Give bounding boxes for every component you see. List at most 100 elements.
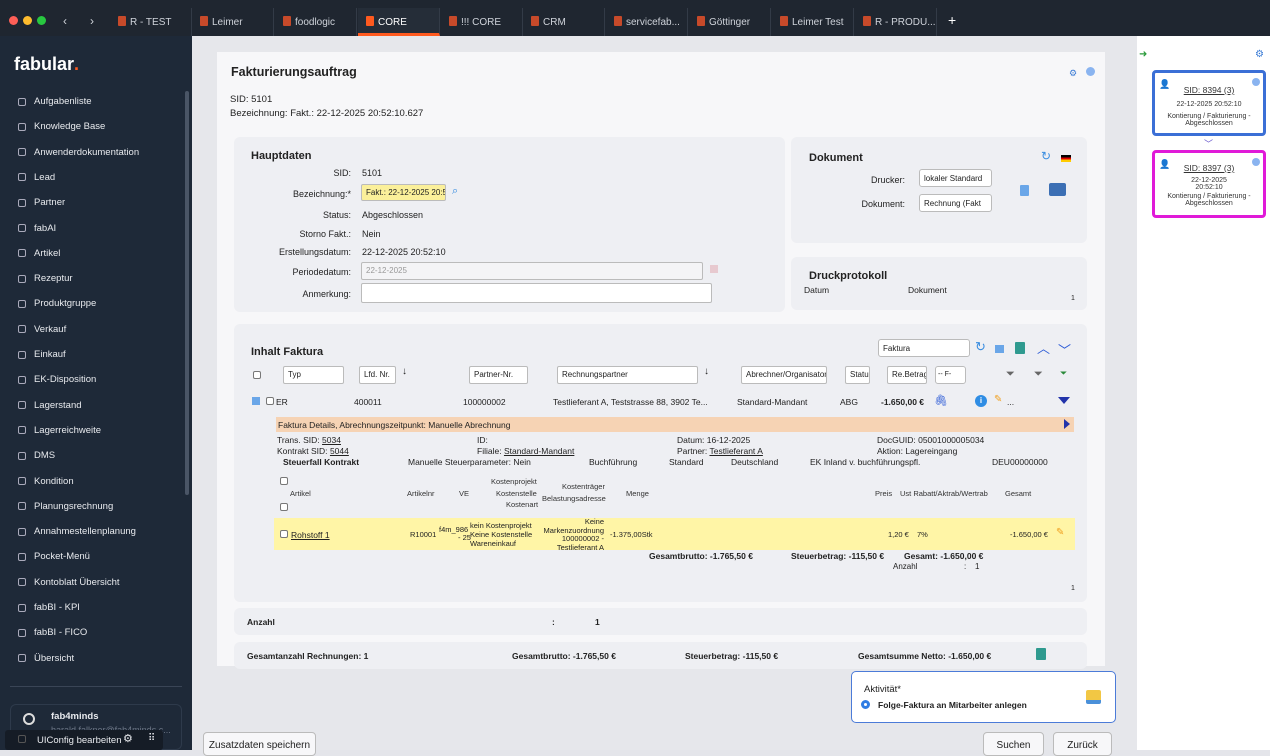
refresh-icon[interactable]: ↻ <box>975 339 986 355</box>
activity-option-label[interactable]: Folge-Faktura an Mitarbeiter anlegen <box>878 700 1027 710</box>
bezeichnung-input[interactable]: Fakt.: 22-12-2025 20:52:10 <box>361 184 446 201</box>
refresh-icon[interactable]: ↻ <box>1041 149 1051 163</box>
tab[interactable]: R - TEST <box>110 8 192 36</box>
forward-icon[interactable]: › <box>90 14 94 28</box>
zusatzdaten-speichern-button[interactable]: Zusatzdaten speichern <box>203 732 316 756</box>
zurueck-button[interactable]: Zurück <box>1053 732 1112 756</box>
sidebar-item[interactable]: Kontoblatt Übersicht <box>18 577 120 588</box>
trans-sid-link[interactable]: 5034 <box>322 435 341 445</box>
back-icon[interactable]: ‹ <box>63 14 67 28</box>
filter-icon[interactable]: ⏷ <box>1006 368 1015 381</box>
table-row[interactable]: ER 400011 100000002 Testlieferant A, Tes… <box>234 392 1087 410</box>
add-filter-icon[interactable]: ⏷ <box>1060 368 1067 379</box>
sort-icon[interactable]: ↓ <box>402 366 407 377</box>
position-row[interactable]: Rohstoff 1 R10001 f4m_986 - 25 kein Kost… <box>274 517 1075 551</box>
kontrakt-sid-link[interactable]: 5044 <box>330 446 349 456</box>
sidebar-item[interactable]: Knowledge Base <box>18 121 105 132</box>
workflow-sid-link[interactable]: SID: 8394 (3) <box>1184 85 1235 95</box>
close-window-icon[interactable] <box>9 16 18 25</box>
filter-typ[interactable]: Typ <box>283 366 344 384</box>
tab[interactable]: !!! CORE <box>441 8 523 36</box>
arrow-right-icon[interactable]: ➜ <box>1139 49 1147 60</box>
info-icon[interactable]: i <box>975 395 987 407</box>
filter-rechnungspartner[interactable]: Rechnungspartner <box>557 366 698 384</box>
calculator-icon[interactable] <box>1015 342 1025 354</box>
minimize-window-icon[interactable] <box>23 16 32 25</box>
faktura-select[interactable]: Faktura <box>878 339 970 357</box>
gears-icon[interactable]: ⚙ <box>123 732 133 745</box>
german-flag-icon[interactable] <box>1061 155 1071 162</box>
document-icon[interactable] <box>1020 185 1029 196</box>
share-settings-icon[interactable]: ⚙ <box>1069 68 1077 79</box>
chevron-up-icon[interactable]: ︿ <box>1037 338 1050 357</box>
sidebar-item[interactable]: Einkauf <box>18 349 66 360</box>
workflow-card[interactable]: 👤 SID: 8397 (3) 22-12-2025 20:52:10 Kont… <box>1152 150 1266 218</box>
collapse-icon[interactable] <box>1064 419 1070 429</box>
tab[interactable]: R - PRODU... <box>855 8 937 36</box>
printer-icon[interactable] <box>1049 183 1066 196</box>
filter-betrag[interactable]: Re.Betrag <box>887 366 927 384</box>
sidebar-item[interactable]: Aufgabenliste <box>18 96 92 107</box>
sidebar-item[interactable]: fabBI - FICO <box>18 627 87 638</box>
tab[interactable]: foodlogic <box>275 8 357 36</box>
info-icon[interactable] <box>1252 78 1260 86</box>
maximize-window-icon[interactable] <box>37 16 46 25</box>
sidebar-item[interactable]: fabAI <box>18 223 56 234</box>
sidebar-item[interactable]: EK-Disposition <box>18 374 96 385</box>
info-icon[interactable] <box>1252 158 1260 166</box>
filter-partner-nr[interactable]: Partner-Nr. <box>469 366 528 384</box>
calendar-icon[interactable] <box>710 265 718 273</box>
sidebar-item[interactable]: Lead <box>18 172 55 183</box>
tab[interactable]: CRM <box>523 8 605 36</box>
drucker-select[interactable]: lokaler Standard <box>919 169 992 187</box>
settings-icon[interactable]: ⚙ <box>1255 49 1264 60</box>
info-icon[interactable] <box>1086 67 1095 76</box>
filter-select[interactable]: -- F- <box>935 366 966 384</box>
artikel-link[interactable]: Rohstoff 1 <box>291 530 330 540</box>
sidebar-item[interactable]: DMS <box>18 450 55 461</box>
anmerkung-input[interactable] <box>361 283 712 303</box>
filiale-link[interactable]: Standard-Mandant <box>504 446 574 456</box>
more-button[interactable]: ... <box>1007 397 1014 407</box>
sidebar-scrollbar[interactable] <box>185 91 189 495</box>
partner-link[interactable]: Testlieferant A <box>709 446 762 456</box>
tab[interactable]: Leimer Test <box>772 8 854 36</box>
sidebar-item[interactable]: Lagerreichweite <box>18 425 101 436</box>
position-checkbox[interactable] <box>280 503 288 511</box>
sidebar-item[interactable]: Lagerstand <box>18 400 82 411</box>
select-all-checkbox[interactable] <box>253 371 261 379</box>
edit-icon[interactable]: ✎ <box>1056 527 1064 538</box>
new-tab-icon[interactable]: + <box>948 12 956 28</box>
sidebar-item[interactable]: Übersicht <box>18 653 74 664</box>
workflow-sid-link[interactable]: SID: 8397 (3) <box>1184 163 1235 173</box>
sidebar-item[interactable]: Anwenderdokumentation <box>18 147 139 158</box>
filter-abrechner[interactable]: Abrechner/Organisator <box>741 366 827 384</box>
clear-filter-icon[interactable]: ⏷ <box>1034 368 1043 381</box>
activity-radio[interactable] <box>861 700 870 709</box>
attachment-icon[interactable]: 🖇 <box>934 394 948 407</box>
sidebar-item[interactable]: fabBI - KPI <box>18 602 80 613</box>
expand-icon[interactable] <box>1058 397 1070 404</box>
calculator-icon[interactable] <box>1036 648 1046 660</box>
search-icon[interactable]: ⌕ <box>452 185 458 198</box>
filter-status[interactable]: Statu <box>845 366 870 384</box>
sidebar-item[interactable]: Rezeptur <box>18 273 73 284</box>
sidebar-item[interactable]: Annahmestellenplanung <box>18 526 136 537</box>
tab-active[interactable]: CORE <box>358 8 440 36</box>
suchen-button[interactable]: Suchen <box>983 732 1044 756</box>
sidebar-item[interactable]: Planungsrechnung <box>18 501 113 512</box>
tab[interactable]: Göttinger <box>689 8 771 36</box>
sidebar-item[interactable]: Pocket-Menü <box>18 551 90 562</box>
dokument-select[interactable]: Rechnung (Fakt <box>919 194 992 212</box>
sidebar-item[interactable]: Partner <box>18 197 65 208</box>
sidebar-item[interactable]: Produktgruppe <box>18 298 96 309</box>
sidebar-item[interactable]: Verkauf <box>18 324 66 335</box>
select-all-positions-checkbox[interactable] <box>280 477 288 485</box>
position-checkbox[interactable] <box>280 530 288 538</box>
filter-lfd-nr[interactable]: Lfd. Nr. <box>359 366 396 384</box>
edit-icon[interactable]: ✎ <box>994 394 1002 405</box>
row-checkbox[interactable] <box>266 397 274 405</box>
tab[interactable]: servicefab... <box>606 8 688 36</box>
sidebar-item[interactable]: Artikel <box>18 248 60 259</box>
faktura-details-bar[interactable]: Faktura Details, Abrechnungszeitpunkt: M… <box>276 417 1074 432</box>
